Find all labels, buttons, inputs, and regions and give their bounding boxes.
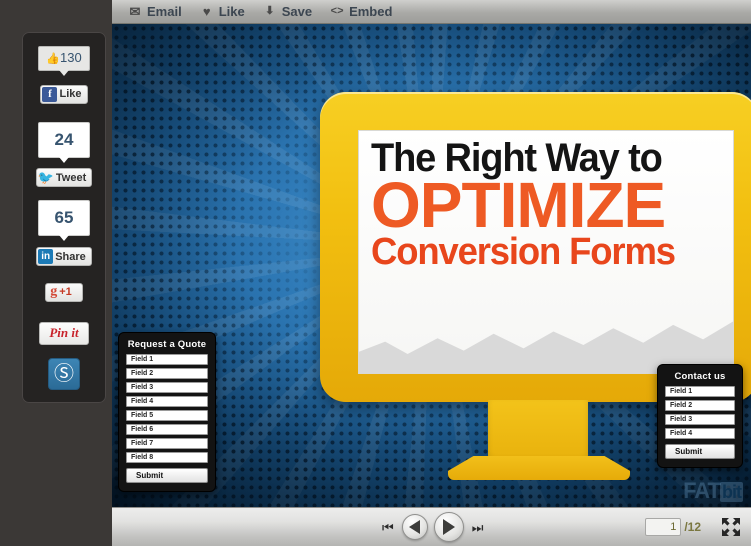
request-a-quote-form: Request a Quote Field 1 Field 2 Field 3 … xyxy=(118,332,216,492)
request-quote-heading: Request a Quote xyxy=(127,339,207,350)
quote-field: Field 3 xyxy=(126,382,208,393)
fatbit-logo: FAT bit xyxy=(683,478,743,504)
social-share-panel: 👍130 f Like 24 🐦 Tweet 65 in Share g +1 … xyxy=(22,32,106,403)
contact-field: Field 1 xyxy=(665,386,735,397)
fullscreen-icon[interactable] xyxy=(721,517,741,537)
player-controls-bar: ⏮ ⏭ /12 xyxy=(112,507,751,546)
brand-name: FAT xyxy=(683,478,721,503)
contact-us-heading: Contact us xyxy=(674,371,726,382)
page-indicator: /12 xyxy=(645,518,701,536)
google-plus-icon: g xyxy=(50,284,58,299)
linkedin-count-bubble: 65 xyxy=(38,200,90,241)
share-toolbar: ✉ Email ♥ Like ⬇ Save <> Embed xyxy=(112,0,751,24)
monitor-stand-base xyxy=(448,456,630,480)
brand-suffix: bit xyxy=(720,482,743,502)
previous-slide-button[interactable] xyxy=(401,514,428,540)
quote-field: Field 1 xyxy=(126,354,208,365)
triangle-left-icon xyxy=(409,520,421,534)
facebook-like-label: Like xyxy=(59,88,82,100)
next-slide-button[interactable] xyxy=(433,512,464,542)
googleplus-button[interactable]: g +1 xyxy=(22,282,106,302)
linkedin-share-label: Share xyxy=(55,250,86,263)
transport-controls: ⏮ ⏭ xyxy=(380,512,485,542)
page-number-input[interactable] xyxy=(645,518,682,536)
toolbar-save-label: Save xyxy=(281,4,313,19)
quote-field: Field 5 xyxy=(126,410,208,421)
contact-us-form: Contact us Field 1 Field 2 Field 3 Field… xyxy=(657,364,743,468)
monitor-bezel: The Right Way to OPTIMIZE Conversion For… xyxy=(320,92,751,402)
contact-submit-button: Submit xyxy=(665,444,735,459)
contact-field: Field 3 xyxy=(665,414,735,425)
linkedin-share-button[interactable]: in Share xyxy=(22,246,106,266)
left-sidebar-rail: 👍130 f Like 24 🐦 Tweet 65 in Share g +1 … xyxy=(0,0,112,546)
slide-title-line2: OPTIMIZE xyxy=(371,169,666,241)
contact-field: Field 2 xyxy=(665,400,735,411)
contact-field: Field 4 xyxy=(665,428,735,439)
linkedin-count: 65 xyxy=(54,208,74,227)
monitor-stand-neck xyxy=(488,400,588,462)
thumbs-up-icon: 👍 xyxy=(46,53,60,65)
facebook-count-bubble: 👍130 xyxy=(38,46,90,76)
toolbar-like-button[interactable]: ♥ Like xyxy=(200,4,245,19)
facebook-count: 130 xyxy=(60,50,82,65)
toolbar-save-button[interactable]: ⬇ Save xyxy=(263,4,312,19)
pinterest-button[interactable]: Pin it xyxy=(22,322,106,345)
quote-field: Field 8 xyxy=(126,452,208,463)
code-icon: <> xyxy=(330,5,344,17)
wordpress-button[interactable]: Ⓢ xyxy=(22,358,106,390)
slide-title-line3: Conversion Forms xyxy=(371,230,676,273)
quote-field: Field 6 xyxy=(126,424,208,435)
quote-field: Field 7 xyxy=(126,438,208,449)
slide-viewer[interactable]: Request a Quote Field 1 Field 2 Field 3 … xyxy=(112,24,751,507)
heart-icon: ♥ xyxy=(202,4,211,19)
first-slide-icon[interactable]: ⏮ xyxy=(380,521,396,534)
twitter-count-group: 24 xyxy=(22,122,106,163)
facebook-icon: f xyxy=(42,86,58,102)
quote-submit-button: Submit xyxy=(126,468,208,483)
pinterest-label: Pin it xyxy=(39,322,89,345)
quote-field: Field 2 xyxy=(126,368,208,379)
twitter-tweet-button[interactable]: 🐦 Tweet xyxy=(22,168,106,187)
toolbar-email-button[interactable]: ✉ Email xyxy=(128,4,182,19)
wordpress-icon: Ⓢ xyxy=(54,363,74,385)
facebook-share-group: 👍130 xyxy=(22,46,106,76)
toolbar-embed-button[interactable]: <> Embed xyxy=(330,4,393,19)
monitor-screen: The Right Way to OPTIMIZE Conversion For… xyxy=(358,130,734,374)
twitter-bird-icon: 🐦 xyxy=(37,170,54,185)
toolbar-like-label: Like xyxy=(218,4,245,19)
quote-field: Field 4 xyxy=(126,396,208,407)
triangle-right-icon xyxy=(442,519,455,535)
monitor-illustration: The Right Way to OPTIMIZE Conversion For… xyxy=(320,92,751,480)
toolbar-embed-label: Embed xyxy=(349,4,393,19)
linkedin-icon: in xyxy=(38,249,54,264)
linkedin-count-group: 65 xyxy=(22,200,106,241)
facebook-like-button[interactable]: f Like xyxy=(22,84,106,104)
envelope-icon: ✉ xyxy=(129,4,141,19)
twitter-tweet-label: Tweet xyxy=(55,171,87,184)
download-icon: ⬇ xyxy=(265,5,275,17)
twitter-count: 24 xyxy=(54,130,74,149)
total-pages-label: /12 xyxy=(684,520,701,534)
slide-title-block: The Right Way to OPTIMIZE Conversion For… xyxy=(359,131,733,271)
toolbar-email-label: Email xyxy=(147,4,182,19)
last-slide-icon[interactable]: ⏭ xyxy=(470,521,486,534)
twitter-count-bubble: 24 xyxy=(38,122,90,163)
googleplus-label: +1 xyxy=(59,286,72,298)
